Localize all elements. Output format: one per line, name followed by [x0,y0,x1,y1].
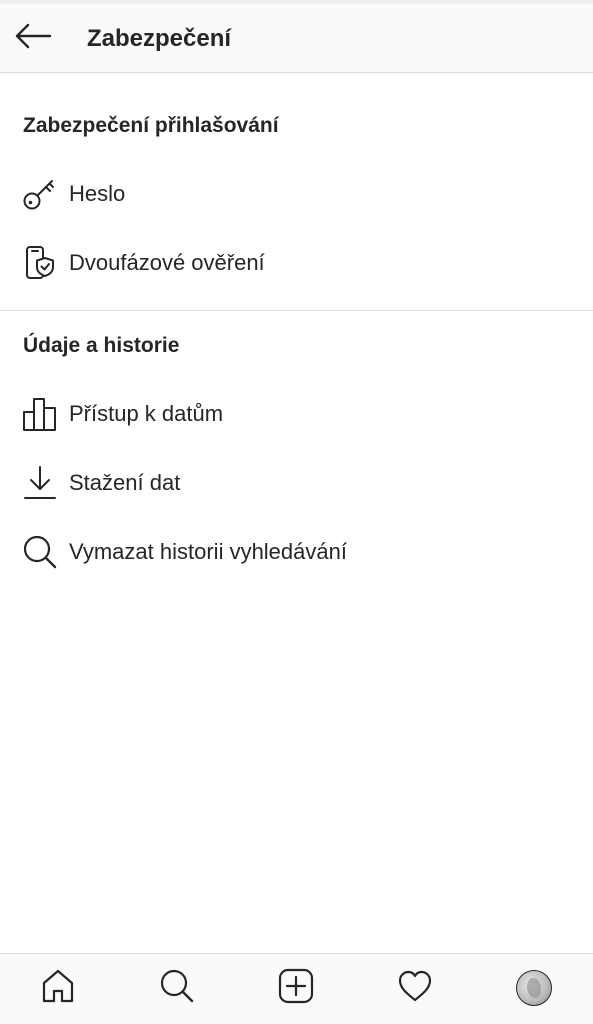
app-bar: Zabezpečení [0,4,593,73]
new-post-icon [278,968,314,1009]
page-title: Zabezpečení [87,25,232,52]
nav-activity-button[interactable] [395,968,435,1008]
menu-item-password[interactable]: Heslo [0,166,593,222]
key-icon [22,176,58,212]
bottom-navigation [0,953,593,1024]
security-screen: Zabezpečení Zabezpečení přihlašování Hes… [0,0,593,1024]
menu-item-clear-search-history[interactable]: Vymazat historii vyhledávání [0,524,593,580]
download-icon [22,465,58,501]
profile-avatar [516,970,552,1006]
section-divider [0,310,593,311]
menu-item-label: Dvoufázové ověření [69,250,265,275]
menu-item-label: Stažení dat [69,470,181,495]
heart-icon [397,968,433,1009]
section-header-data-history: Údaje a historie [23,334,180,357]
nav-search-button[interactable] [157,968,197,1008]
search-icon [22,534,58,570]
menu-item-label: Heslo [69,181,126,206]
menu-item-label: Přístup k datům [69,401,224,426]
menu-item-label: Vymazat historii vyhledávání [69,539,347,564]
menu-item-download-data[interactable]: Stažení dat [0,455,593,511]
back-button[interactable] [10,18,56,58]
home-icon [40,968,76,1009]
nav-profile-button[interactable] [514,968,554,1008]
menu-item-access-data[interactable]: Přístup k datům [0,386,593,442]
nav-new-post-button[interactable] [276,968,316,1008]
section-header-login-security: Zabezpečení přihlašování [23,114,279,137]
nav-home-button[interactable] [38,968,78,1008]
menu-item-two-factor[interactable]: Dvoufázové ověření [0,235,593,291]
bar-chart-icon [22,396,58,432]
back-arrow-icon [14,23,52,54]
search-icon [159,968,195,1009]
phone-shield-icon [22,245,58,281]
